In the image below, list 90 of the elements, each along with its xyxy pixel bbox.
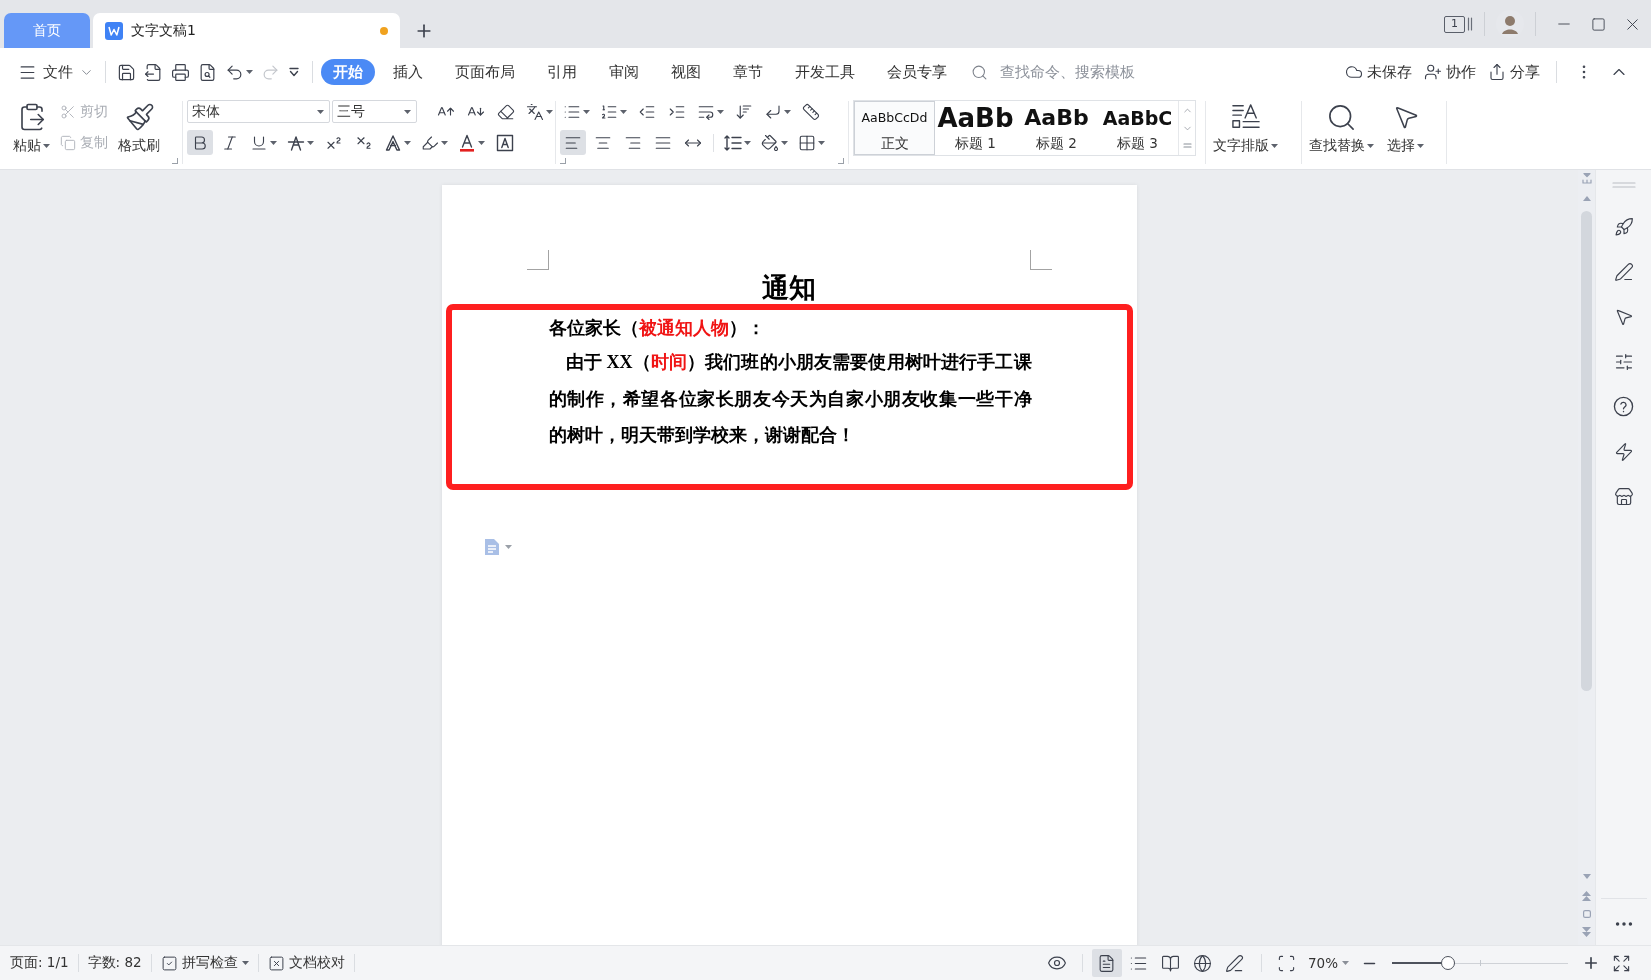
ruler-icon bbox=[802, 102, 820, 121]
spell-check-button[interactable]: 拼写检查 bbox=[160, 954, 249, 972]
document-icon bbox=[483, 537, 500, 556]
zoom-in-icon[interactable] bbox=[1582, 954, 1600, 972]
cross-box-icon bbox=[267, 954, 285, 972]
ribbon-tab[interactable]: 开发工具 bbox=[779, 59, 871, 85]
strikethrough-icon bbox=[287, 133, 305, 152]
pen-icon[interactable] bbox=[1613, 261, 1634, 282]
word-count: 字数: 82 bbox=[87, 954, 142, 972]
italic-icon bbox=[221, 133, 239, 152]
fit-screen-icon[interactable] bbox=[1277, 953, 1296, 973]
book-icon bbox=[1161, 953, 1181, 973]
notice-paragraph: 由于 XX（时间）我们班的小朋友需要使用树叶进行手工课 的制作，希望各位家长朋友今天为自家小朋友收集一些干净 的树叶，明天带到学校来，谢谢配合！ bbox=[548, 351, 1032, 447]
margin-corner-mark bbox=[526, 250, 549, 270]
user-plus-icon bbox=[1424, 63, 1442, 81]
brush-icon bbox=[125, 102, 155, 132]
copy-icon bbox=[60, 134, 76, 151]
ribbon-tab[interactable]: 审阅 bbox=[593, 59, 655, 85]
font-color-icon bbox=[458, 133, 476, 152]
language-icon bbox=[526, 102, 544, 121]
grip-icon[interactable] bbox=[1611, 182, 1636, 188]
store-icon[interactable] bbox=[1613, 486, 1634, 507]
sort-icon bbox=[735, 102, 753, 121]
ribbon-tab[interactable]: 引用 bbox=[531, 59, 593, 85]
page-view-button[interactable] bbox=[1092, 949, 1122, 977]
greeting-text: 各位家长（被通知人物）： bbox=[548, 317, 766, 340]
fullscreen-icon[interactable] bbox=[1612, 953, 1631, 973]
page-count: 页面: 1/1 bbox=[10, 954, 69, 972]
share-button[interactable]: 分享 bbox=[1482, 62, 1546, 82]
caret-icon bbox=[43, 144, 50, 148]
format-painter-button[interactable]: 格式刷 bbox=[115, 99, 165, 155]
underline-icon bbox=[250, 133, 268, 152]
notice-title: 通知 bbox=[761, 272, 817, 304]
ribbon-tab[interactable]: 页面布局 bbox=[439, 59, 531, 85]
ribbon-tab[interactable]: 会员专享 bbox=[871, 59, 963, 85]
pen-icon bbox=[1225, 953, 1245, 973]
style-option[interactable]: AaBbCcDd 正文 bbox=[854, 101, 935, 155]
font-family-select[interactable]: 宋体 bbox=[187, 100, 330, 123]
split-handle-icon bbox=[1581, 172, 1592, 184]
grid-icon bbox=[798, 133, 816, 152]
window-stack-icon bbox=[1467, 17, 1473, 31]
document-tab[interactable]: 文字文稿1 bbox=[93, 13, 400, 48]
numbered-list-icon bbox=[600, 102, 618, 121]
cloud-icon bbox=[1345, 63, 1363, 81]
dialog-launcher[interactable] bbox=[172, 158, 178, 164]
help-icon[interactable] bbox=[1613, 396, 1634, 417]
globe-icon bbox=[1193, 953, 1213, 973]
text-layout-button[interactable]: 文字排版 bbox=[1210, 99, 1281, 155]
ribbon-tab[interactable]: 章节 bbox=[717, 59, 779, 85]
eraser-icon bbox=[497, 102, 515, 121]
align-left-button[interactable] bbox=[560, 130, 586, 155]
slider-tick bbox=[1480, 960, 1481, 966]
select-button[interactable]: 选择 bbox=[1384, 99, 1427, 155]
line-spacing-icon bbox=[724, 133, 742, 152]
slider-thumb[interactable] bbox=[1441, 956, 1456, 970]
paint-bucket-icon bbox=[761, 133, 779, 152]
bold-button[interactable] bbox=[187, 130, 213, 155]
scrollbar-thumb[interactable] bbox=[1581, 211, 1592, 691]
scissors-icon bbox=[60, 103, 76, 120]
maximize-icon[interactable] bbox=[1590, 16, 1606, 32]
text-layout-icon bbox=[1230, 103, 1261, 131]
lightning-icon[interactable] bbox=[1613, 441, 1634, 462]
check-box-icon bbox=[160, 954, 178, 972]
find-replace-button[interactable]: 查找替换 bbox=[1306, 99, 1377, 155]
zoom-select[interactable]: 70% bbox=[1302, 955, 1355, 971]
window-count-button[interactable]: 1 bbox=[1444, 15, 1465, 33]
outlined-letter-icon bbox=[384, 133, 402, 152]
proofread-button[interactable]: 文档校对 bbox=[267, 954, 345, 972]
caret-icon bbox=[504, 544, 512, 549]
sliders-icon[interactable] bbox=[1613, 351, 1634, 372]
collaborate-button[interactable]: 协作 bbox=[1418, 62, 1482, 82]
highlighter-icon bbox=[421, 133, 439, 152]
margin-corner-mark bbox=[1029, 250, 1052, 270]
dialog-launcher[interactable] bbox=[560, 158, 566, 164]
paste-button[interactable]: 粘贴 bbox=[10, 99, 53, 155]
share-icon bbox=[1488, 63, 1506, 81]
ribbon-tab[interactable]: 插入 bbox=[377, 59, 439, 85]
caret-icon bbox=[317, 109, 324, 114]
font-size-select[interactable]: 三号 bbox=[332, 100, 417, 123]
search-field[interactable]: 查找命令、搜索模板 bbox=[1000, 64, 1160, 80]
save-status-button[interactable]: 未保存 bbox=[1339, 62, 1418, 82]
ribbon-tab[interactable]: 视图 bbox=[655, 59, 717, 85]
dialog-launcher[interactable] bbox=[838, 158, 844, 164]
caret-icon bbox=[404, 109, 411, 114]
document-logo-icon bbox=[105, 21, 123, 40]
file-menu-button[interactable]: 文件 bbox=[14, 58, 98, 86]
caret-icon bbox=[1342, 961, 1349, 965]
boxed-letter-icon bbox=[496, 133, 514, 152]
rocket-icon[interactable] bbox=[1613, 216, 1634, 237]
search-icon bbox=[971, 63, 988, 81]
